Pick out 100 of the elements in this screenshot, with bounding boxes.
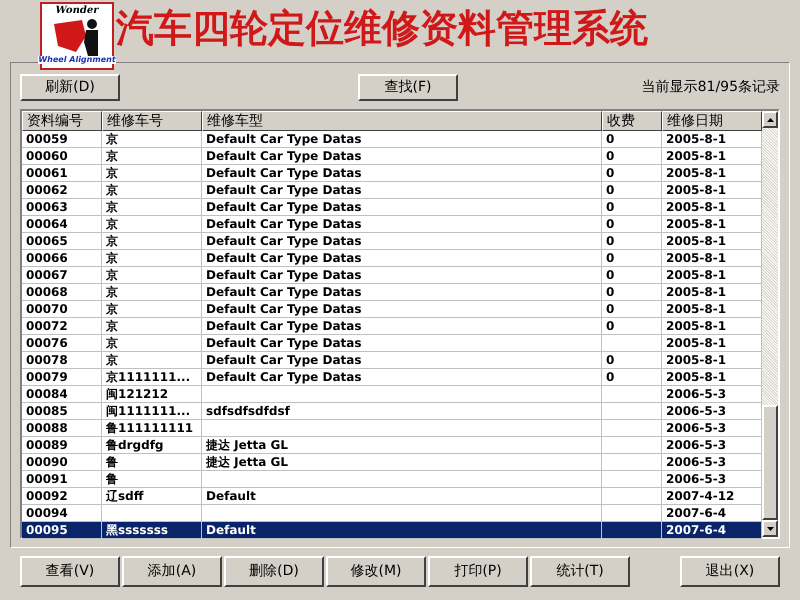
table-cell: 2005-8-1: [666, 200, 726, 214]
table-row[interactable]: 00090 鲁 捷达 Jetta GL 2006-5-3: [22, 454, 762, 471]
scroll-up-button[interactable]: [762, 111, 778, 128]
table-cell: Default Car Type Datas: [206, 285, 362, 299]
scrollbar[interactable]: [762, 111, 778, 537]
table-cell: 鲁drgdfg: [106, 438, 164, 452]
table-row[interactable]: 00060 京 Default Car Type Datas 0 2005-8-1: [22, 148, 762, 165]
table-row[interactable]: 00061 京 Default Car Type Datas 0 2005-8-1: [22, 165, 762, 182]
table-cell: Default Car Type Datas: [206, 370, 362, 384]
table-cell: 00070: [26, 302, 68, 316]
table-cell: 00091: [26, 472, 68, 486]
table-cell: 京: [106, 183, 118, 197]
action-button[interactable]: 添加(A): [122, 556, 222, 587]
table-cell: 捷达 Jetta GL: [206, 438, 288, 452]
table-cell: 2005-8-1: [666, 353, 726, 367]
table-cell: 00088: [26, 421, 68, 435]
action-button[interactable]: 统计(T): [530, 556, 630, 587]
app-title: 汽车四轮定位维修资料管理系统: [116, 4, 648, 52]
table-cell: Default Car Type Datas: [206, 183, 362, 197]
table-cell: 2006-5-3: [666, 421, 726, 435]
table-cell: Default Car Type Datas: [206, 302, 362, 316]
action-button[interactable]: 打印(P): [428, 556, 528, 587]
action-button[interactable]: 删除(D): [224, 556, 324, 587]
table-cell: Default Car Type Datas: [206, 166, 362, 180]
table-row[interactable]: 00067 京 Default Car Type Datas 0 2005-8-1: [22, 267, 762, 284]
table-cell: 0: [606, 285, 614, 299]
table-row[interactable]: 00089 鲁drgdfg 捷达 Jetta GL 2006-5-3: [22, 437, 762, 454]
table-cell: 2005-8-1: [666, 285, 726, 299]
table-cell: 2005-8-1: [666, 251, 726, 265]
table-row[interactable]: 00079 京1111111... Default Car Type Datas 0 2005-8-1: [22, 369, 762, 386]
table-cell: 00072: [26, 319, 68, 333]
table-cell: 2005-8-1: [666, 183, 726, 197]
table-row[interactable]: 00084 闽121212 2006-5-3: [22, 386, 762, 403]
table-cell: Default Car Type Datas: [206, 149, 362, 163]
table-cell: 0: [606, 302, 614, 316]
up-arrow-icon: [766, 118, 774, 122]
table-cell: 0: [606, 251, 614, 265]
table-cell: 2007-6-4: [666, 523, 726, 537]
table-cell: 00060: [26, 149, 68, 163]
table-cell: 2005-8-1: [666, 149, 726, 163]
table-cell: Default Car Type Datas: [206, 353, 362, 367]
column-header[interactable]: 维修车号: [102, 111, 202, 131]
table-row[interactable]: 00070 京 Default Car Type Datas 0 2005-8-1: [22, 301, 762, 318]
table-cell: 2007-6-4: [666, 506, 726, 520]
record-count: 当前显示81/95条记录: [642, 78, 780, 96]
column-header[interactable]: 收费: [602, 111, 662, 131]
table-cell: Default: [206, 523, 256, 537]
table-cell: 2005-8-1: [666, 268, 726, 282]
table-row[interactable]: 00076 京 Default Car Type Datas 2005-8-1: [22, 335, 762, 352]
table-cell: 黑sssssss: [106, 523, 168, 537]
table-row[interactable]: 00064 京 Default Car Type Datas 0 2005-8-1: [22, 216, 762, 233]
table-cell: 2005-8-1: [666, 217, 726, 231]
table-cell: 00076: [26, 336, 68, 350]
table-cell: 0: [606, 353, 614, 367]
table-cell: 辽sdff: [106, 489, 144, 503]
table-row[interactable]: 00059 京 Default Car Type Datas 0 2005-8-1: [22, 131, 762, 148]
action-button[interactable]: 查看(V): [20, 556, 120, 587]
table-cell: 京: [106, 149, 118, 163]
table-cell: sdfsdfsdfdsf: [206, 404, 290, 418]
action-button[interactable]: 修改(M): [326, 556, 426, 587]
table-cell: 00095: [26, 523, 68, 537]
table-cell: 闽1111111...: [106, 404, 190, 418]
find-button[interactable]: 查找(F): [358, 74, 458, 100]
exit-button[interactable]: 退出(X): [680, 556, 780, 587]
table-cell: 京: [106, 217, 118, 231]
table-row[interactable]: 00095 黑sssssss Default 2007-6-4: [22, 522, 762, 539]
table-row[interactable]: 00094 2007-6-4: [22, 505, 762, 522]
table-cell: 2005-8-1: [666, 132, 726, 146]
table-cell: Default Car Type Datas: [206, 336, 362, 350]
table-cell: 00065: [26, 234, 68, 248]
table-cell: Default Car Type Datas: [206, 200, 362, 214]
column-header[interactable]: 维修车型: [202, 111, 602, 131]
table-cell: 00062: [26, 183, 68, 197]
table-cell: 00061: [26, 166, 68, 180]
table-cell: 2005-8-1: [666, 302, 726, 316]
table-cell: 京: [106, 132, 118, 146]
logo-wordmark: Wonder: [56, 6, 98, 16]
refresh-button[interactable]: 刷新(D): [20, 74, 120, 100]
table-cell: 0: [606, 166, 614, 180]
table-cell: 00084: [26, 387, 68, 401]
table-row[interactable]: 00092 辽sdff Default 2007-4-12: [22, 488, 762, 505]
table-row[interactable]: 00065 京 Default Car Type Datas 0 2005-8-1: [22, 233, 762, 250]
table-row[interactable]: 00072 京 Default Car Type Datas 0 2005-8-1: [22, 318, 762, 335]
scroll-thumb[interactable]: [762, 405, 778, 520]
table-cell: Default Car Type Datas: [206, 132, 362, 146]
table-row[interactable]: 00085 闽1111111... sdfsdfsdfdsf 2006-5-3: [22, 403, 762, 420]
table-row[interactable]: 00063 京 Default Car Type Datas 0 2005-8-1: [22, 199, 762, 216]
table-row[interactable]: 00088 鲁111111111 2006-5-3: [22, 420, 762, 437]
column-header[interactable]: 资料编号: [22, 111, 102, 131]
table-row[interactable]: 00062 京 Default Car Type Datas 0 2005-8-1: [22, 182, 762, 199]
table-cell: 京: [106, 268, 118, 282]
table-cell: 京: [106, 302, 118, 316]
column-header[interactable]: 维修日期: [662, 111, 762, 131]
table-cell: 00085: [26, 404, 68, 418]
table-row[interactable]: 00066 京 Default Car Type Datas 0 2005-8-1: [22, 250, 762, 267]
table-row[interactable]: 00078 京 Default Car Type Datas 0 2005-8-1: [22, 352, 762, 369]
table-cell: 00078: [26, 353, 68, 367]
scroll-down-button[interactable]: [762, 520, 778, 537]
table-row[interactable]: 00068 京 Default Car Type Datas 0 2005-8-1: [22, 284, 762, 301]
table-row[interactable]: 00091 鲁 2006-5-3: [22, 471, 762, 488]
